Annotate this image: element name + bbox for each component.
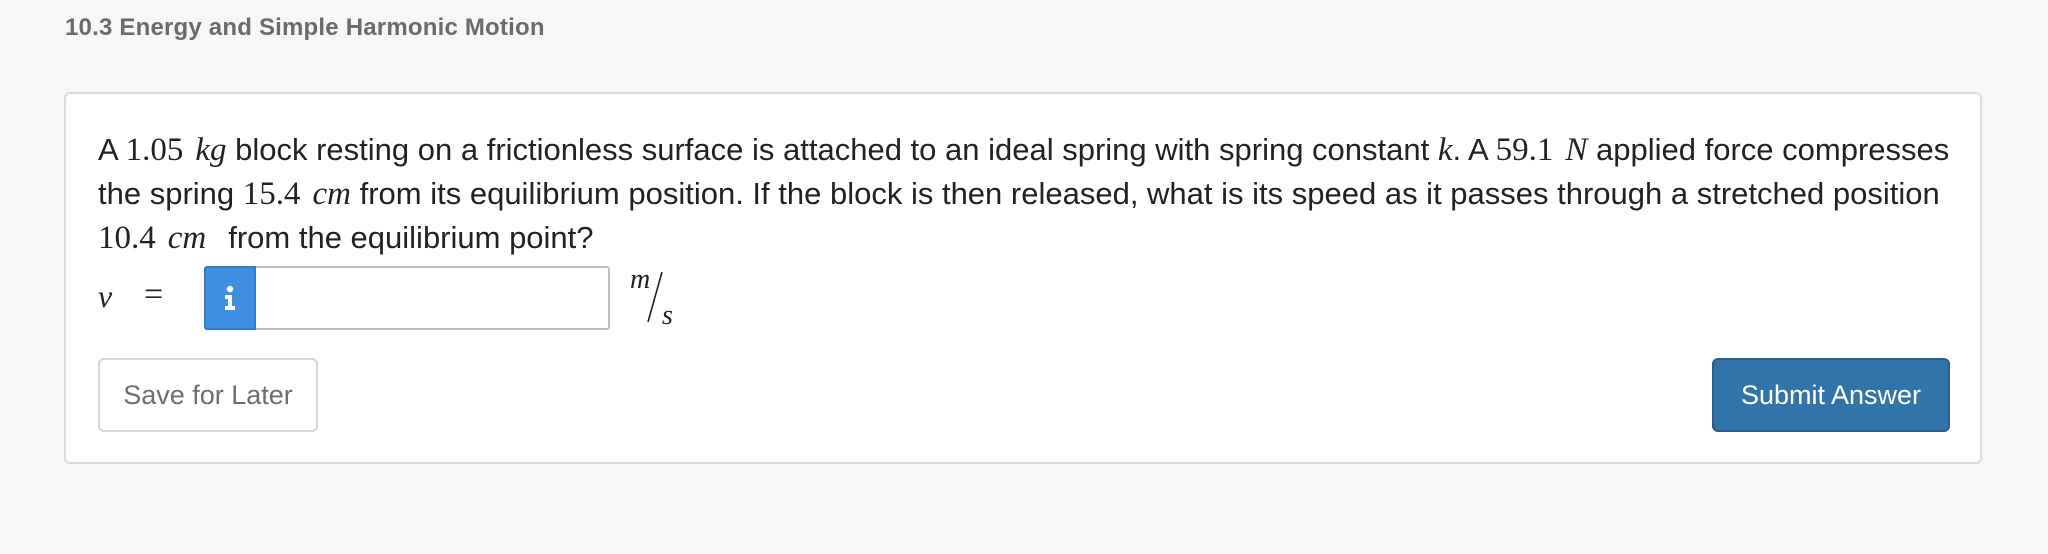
info-button[interactable] [204,266,256,330]
equals-sign: = [144,276,164,313]
compression-unit: cm [312,176,351,212]
unit-numerator: m [630,264,650,295]
info-icon [225,285,235,310]
force-value: 59.1 [1495,132,1554,168]
mass-value: 1.05 [125,132,184,168]
question-text: A 1.05 kg block resting on a frictionless… [98,132,1950,256]
compression-value: 15.4 [242,176,301,212]
mass-unit: kg [195,132,227,168]
unit-denominator: s [662,300,673,331]
unit-m-per-s: m s [630,264,673,331]
answer-input[interactable] [256,266,610,330]
spring-constant-symbol: k [1437,132,1453,168]
question-card: A 1.05 kg block resting on a frictionless… [64,92,1982,464]
save-for-later-button[interactable]: Save for Later [98,358,318,432]
submit-answer-button[interactable]: Submit Answer [1712,358,1950,432]
force-unit: N [1565,132,1588,168]
stretch-value: 10.4 [98,220,156,256]
section-title: 10.3 Energy and Simple Harmonic Motion [65,14,545,41]
answer-variable: v [98,278,113,314]
stretch-unit: cm [167,220,207,256]
